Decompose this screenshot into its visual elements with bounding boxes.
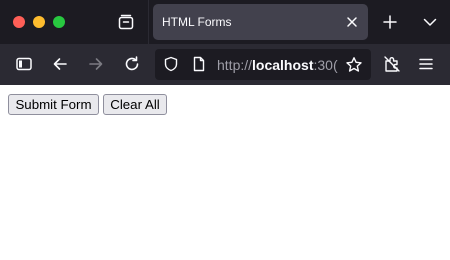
menu-icon[interactable] xyxy=(412,50,440,78)
window-maximize-dot[interactable] xyxy=(53,16,65,28)
tab-close-icon[interactable] xyxy=(342,12,362,32)
sidebar-toggle-icon[interactable] xyxy=(10,50,38,78)
page-content: Submit Form Clear All xyxy=(0,85,450,260)
url-host: localhost xyxy=(252,57,314,73)
forward-arrow-icon[interactable] xyxy=(82,50,110,78)
submit-form-button[interactable]: Submit Form xyxy=(8,94,99,115)
address-bar[interactable]: http://localhost:30( xyxy=(155,49,371,80)
reload-icon[interactable] xyxy=(118,50,146,78)
tab-overview-icon[interactable] xyxy=(112,8,140,36)
tab-list-chevron-icon[interactable] xyxy=(416,8,444,36)
tab-title: HTML Forms xyxy=(162,15,232,29)
bookmark-star-icon[interactable] xyxy=(345,56,363,74)
window-minimize-dot[interactable] xyxy=(33,16,45,28)
extensions-icon[interactable] xyxy=(378,50,406,78)
tab-strip-separator xyxy=(148,0,149,44)
tab-strip: HTML Forms xyxy=(0,0,450,44)
shield-icon[interactable] xyxy=(163,56,179,72)
new-tab-icon[interactable] xyxy=(376,8,404,36)
navigation-toolbar: http://localhost:30( xyxy=(0,44,450,85)
url-port: :30( xyxy=(313,57,338,73)
clear-all-button[interactable]: Clear All xyxy=(103,94,167,115)
browser-window: HTML Forms http://localhost:30(Submit F… xyxy=(0,0,450,260)
page-icon[interactable] xyxy=(191,56,207,72)
url-protocol: http:// xyxy=(217,57,253,73)
tab-html-forms[interactable]: HTML Forms xyxy=(153,4,368,40)
url-text[interactable]: http://localhost:30( xyxy=(217,57,341,73)
window-close-dot[interactable] xyxy=(13,16,25,28)
back-arrow-icon[interactable] xyxy=(46,50,74,78)
